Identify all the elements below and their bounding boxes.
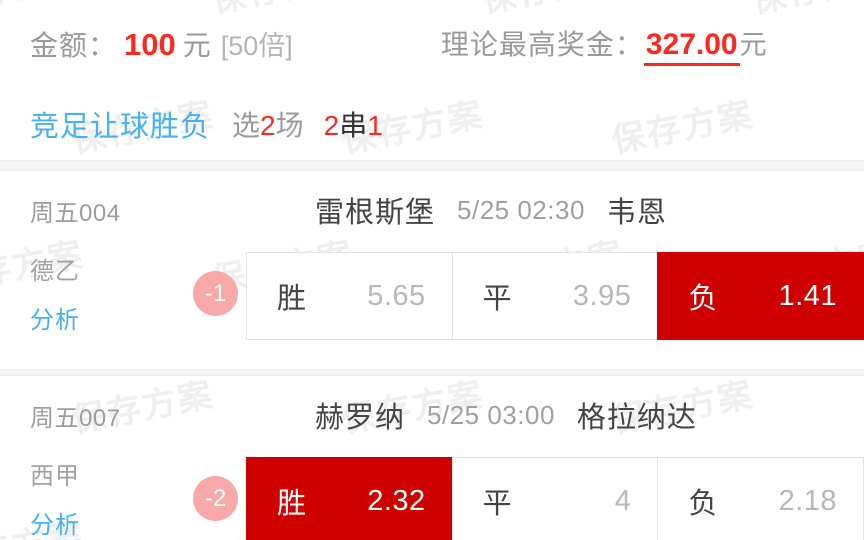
play-type-bar: 竞足让球胜负 选2场 2串1 [0, 88, 864, 160]
amount-group: 金额： 100 元 [50倍] [30, 24, 293, 64]
odds-cell-win[interactable]: 胜 5.65 [246, 252, 452, 340]
analysis-link[interactable]: 分析 [30, 300, 185, 335]
away-team: 格拉纳达 [576, 402, 697, 434]
play-count-prefix: 选 [232, 110, 261, 141]
odds-label: 平 [482, 283, 512, 315]
prize-value: 327.00 [643, 28, 740, 66]
match-time: 5/25 02:30 [457, 194, 585, 225]
handicap-badge: -1 [193, 271, 238, 316]
play-match-count: 选2场 [232, 104, 304, 144]
pass-suffix: 1 [367, 110, 383, 141]
prize-label: 理论最高奖金： [440, 28, 644, 60]
handicap-badge: -2 [193, 476, 238, 521]
odds-value: 1.41 [778, 279, 838, 312]
pass-mid: 串 [339, 110, 368, 141]
match-row: 周五004 雷根斯堡 5/25 02:30 韦恩 德乙 分析 -1 胜 5.65… [0, 171, 864, 369]
odds-cell-draw[interactable]: 平 4 [451, 457, 658, 540]
play-count-suffix: 场 [275, 110, 304, 141]
odds-grid: 胜 5.65 平 3.95 负 1.41 [246, 252, 864, 340]
league-column: 德乙 分析 [30, 249, 185, 335]
amount-label: 金额： [30, 30, 118, 61]
match-odds-row: 德乙 分析 -1 胜 5.65 平 3.95 负 1.41 [0, 249, 864, 369]
odds-value: 4 [614, 484, 632, 517]
amount-unit: 元 [182, 30, 211, 61]
odds-value: 2.32 [367, 484, 426, 517]
handicap-column: -1 [185, 249, 246, 316]
odds-label: 负 [688, 283, 718, 315]
odds-value: 5.65 [367, 279, 426, 312]
play-type-name[interactable]: 竞足让球胜负 [30, 103, 210, 145]
away-team: 韦恩 [606, 197, 667, 229]
analysis-link[interactable]: 分析 [30, 505, 185, 540]
league-name: 德乙 [30, 258, 80, 285]
match-header: 周五004 雷根斯堡 5/25 02:30 韦恩 [0, 171, 864, 249]
multiplier-label: [50倍] [220, 31, 293, 61]
bet-slip-page: 保存方案保存方案保存方案保存方案保存方案保存方案保存方案保存方案保存方案保存方案… [0, 0, 864, 540]
match-header: 周五007 赫罗纳 5/25 03:00 格拉纳达 [0, 376, 864, 454]
match-number: 周五004 [30, 199, 121, 227]
match-row: 周五007 赫罗纳 5/25 03:00 格拉纳达 西甲 分析 -2 胜 2.3… [0, 376, 864, 540]
odds-label: 胜 [277, 488, 307, 520]
match-time: 5/25 03:00 [427, 399, 555, 430]
odds-value: 2.18 [778, 484, 838, 517]
league-name: 西甲 [30, 463, 80, 490]
odds-label: 胜 [277, 283, 307, 315]
odds-cell-win[interactable]: 胜 2.32 [246, 457, 452, 540]
odds-label: 负 [688, 488, 718, 520]
odds-value: 3.95 [572, 279, 632, 312]
play-combination: 2串1 [324, 104, 383, 144]
handicap-column: -2 [185, 454, 246, 521]
odds-cell-lose[interactable]: 负 1.41 [657, 252, 864, 340]
section-separator [0, 160, 864, 171]
league-column: 西甲 分析 [30, 454, 185, 540]
odds-cell-draw[interactable]: 平 3.95 [451, 252, 658, 340]
amount-value: 100 [124, 27, 176, 62]
home-team: 雷根斯堡 [315, 197, 436, 229]
play-count-value: 2 [260, 110, 276, 141]
prize-group: 理论最高奖金： 327.00 元 [441, 23, 767, 66]
summary-bar: 金额： 100 元 [50倍] 理论最高奖金： 327.00 元 [0, 0, 864, 88]
match-separator [0, 369, 864, 376]
home-team: 赫罗纳 [315, 402, 406, 434]
odds-label: 平 [482, 488, 512, 520]
pass-prefix: 2 [323, 110, 340, 141]
match-odds-row: 西甲 分析 -2 胜 2.32 平 4 负 2.18 [0, 454, 864, 540]
odds-cell-lose[interactable]: 负 2.18 [657, 457, 864, 540]
match-number: 周五007 [30, 404, 121, 432]
prize-unit: 元 [739, 29, 767, 60]
odds-grid: 胜 2.32 平 4 负 2.18 [246, 457, 864, 540]
